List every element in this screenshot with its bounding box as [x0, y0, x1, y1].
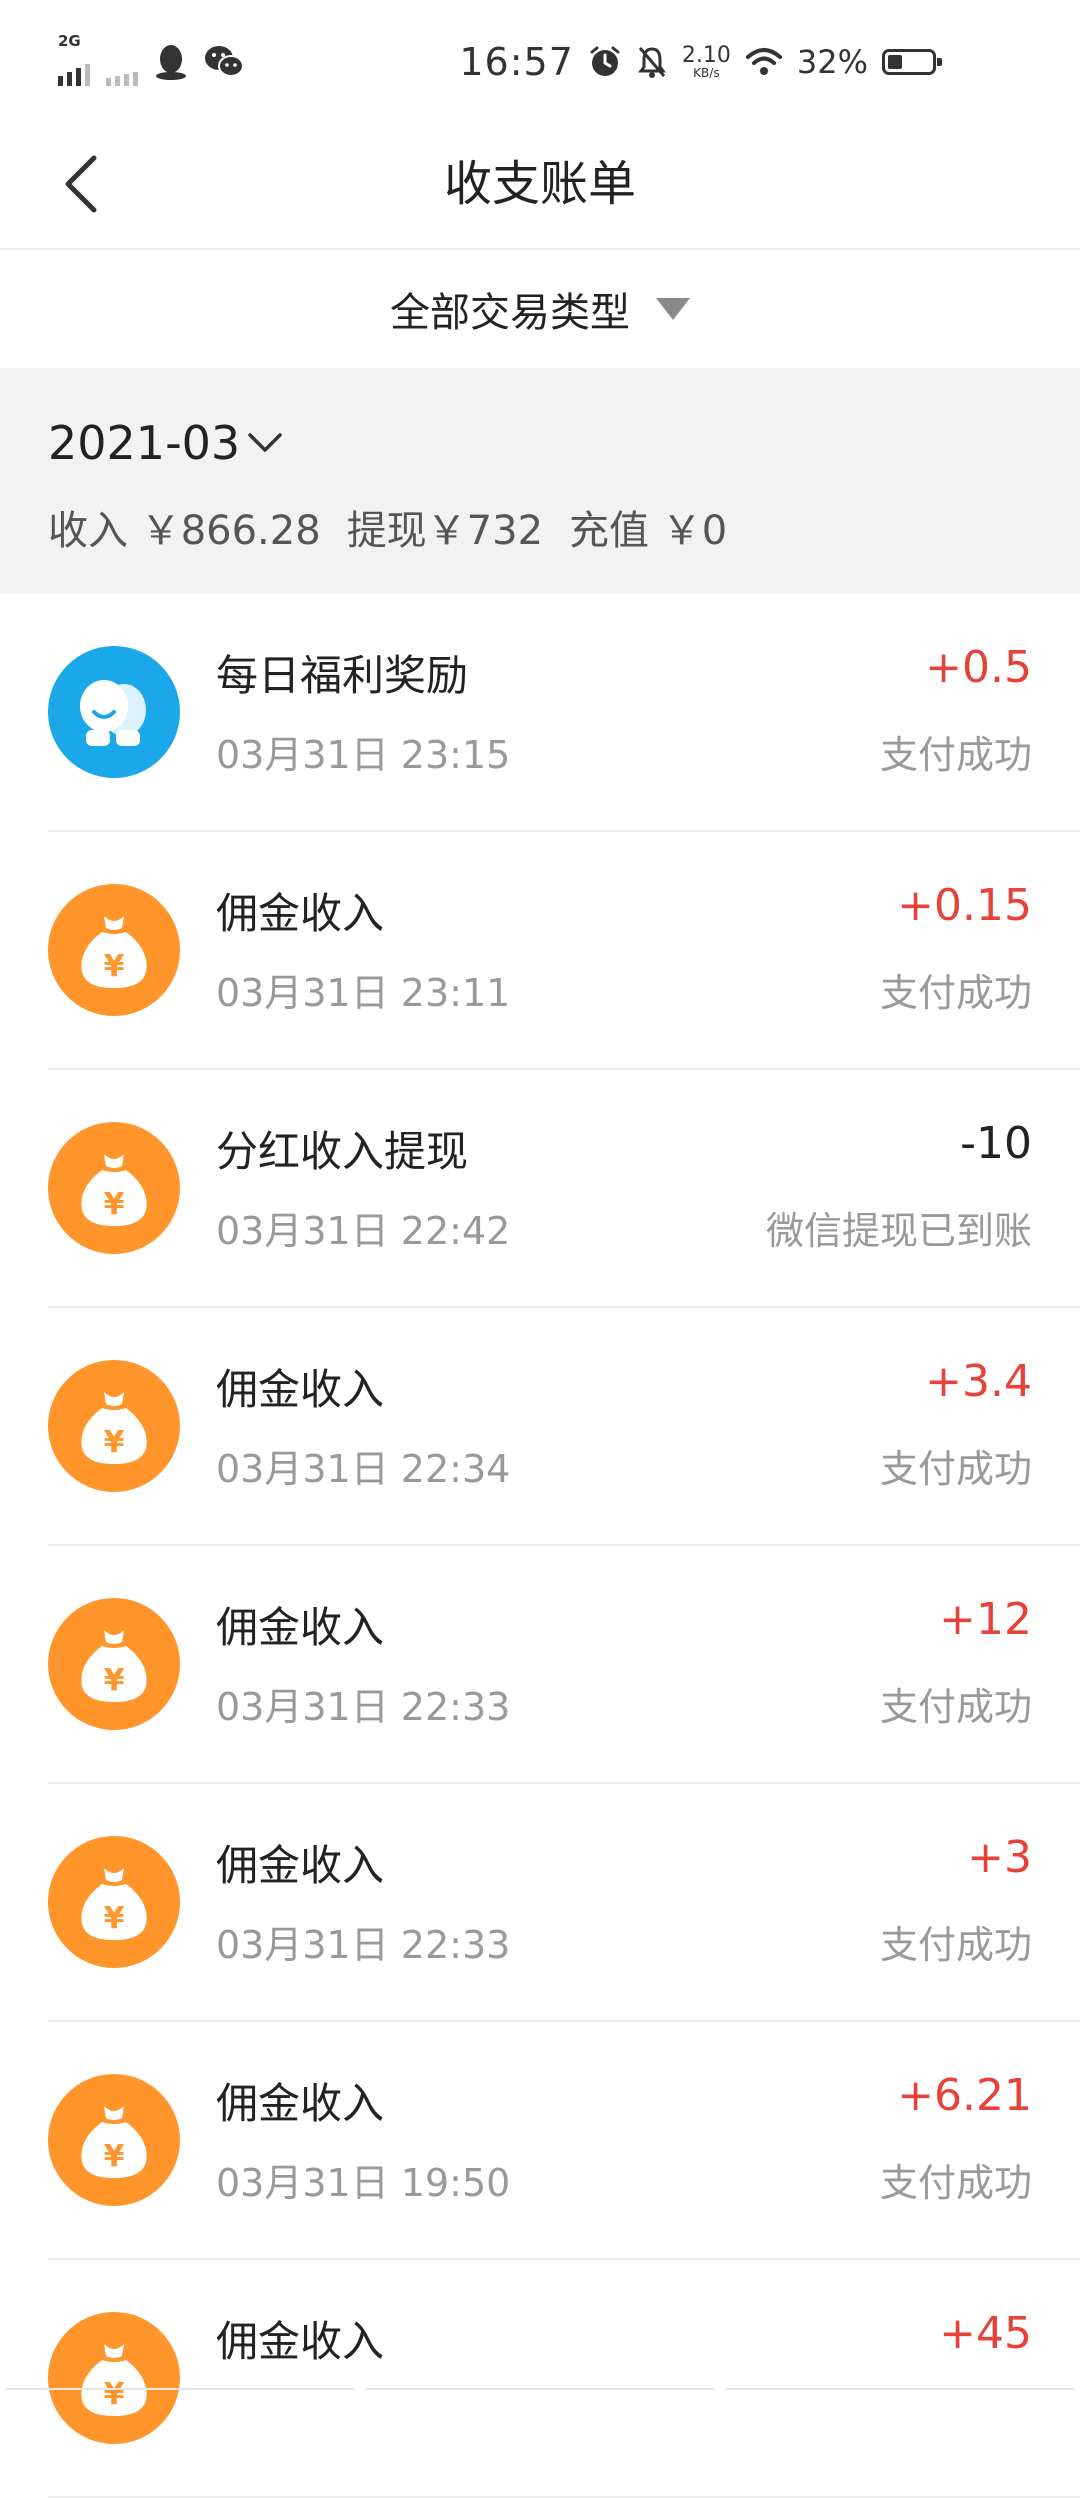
battery-percent: 32% [796, 43, 868, 81]
alarm-icon [590, 46, 620, 76]
transaction-amount: -10 [960, 1118, 1032, 1169]
money-bag-icon: ¥ [81, 916, 147, 988]
transaction-row[interactable]: ¥ 佣金收入 03月31日 22:33 +3 支付成功 [0, 1784, 1080, 2022]
transaction-status: 支付成功 [879, 1685, 1032, 1729]
transaction-time: 03月31日 22:34 [216, 1447, 511, 1491]
transaction-avatar: ¥ [48, 2312, 180, 2444]
transaction-row[interactable]: ¥ 佣金收入 +45 [0, 2260, 1080, 2498]
transaction-amount: +0.15 [897, 880, 1032, 931]
signal-2-icon [106, 38, 138, 86]
signal-icon: 2G [58, 32, 90, 86]
nav-header: 收支账单 [0, 120, 1080, 250]
transaction-time: 03月31日 22:33 [216, 1923, 511, 1967]
svg-text:¥: ¥ [104, 2139, 125, 2174]
transaction-title: 佣金收入 [216, 1365, 385, 1414]
transaction-title: 佣金收入 [216, 1603, 385, 1652]
transaction-amount: +45 [939, 2308, 1032, 2359]
status-bar-left: 2G [58, 32, 244, 86]
money-bag-icon: ¥ [81, 1154, 147, 1226]
network-speed: 2.10 KB/s [681, 43, 731, 80]
money-bag-icon: ¥ [81, 1868, 147, 1940]
income-total: 收入 ￥866.28 [48, 508, 321, 554]
transaction-status: 支付成功 [879, 1447, 1032, 1491]
dropdown-triangle-icon [656, 298, 690, 320]
transaction-title: 分红收入提现 [216, 1127, 469, 1176]
transaction-row[interactable]: ¥ 佣金收入 03月31日 22:34 +3.4 支付成功 [0, 1308, 1080, 1546]
transaction-title: 佣金收入 [216, 2317, 385, 2366]
network-type: 2G [58, 32, 81, 50]
transaction-amount: +3 [967, 1832, 1032, 1883]
battery-icon [882, 49, 942, 75]
money-bag-icon: ¥ [81, 2344, 147, 2416]
transaction-time: 03月31日 19:50 [216, 2161, 511, 2205]
welfare-icon [80, 680, 146, 746]
transaction-list: 每日福利奖励 03月31日 23:15 +0.5 支付成功 ¥ 佣金收入 03月31日 23… [0, 594, 1080, 2498]
page-title: 收支账单 [443, 156, 636, 212]
transaction-status: 支付成功 [879, 733, 1032, 777]
bottom-edge [0, 2388, 1080, 2400]
svg-text:¥: ¥ [104, 1425, 125, 1460]
transaction-type-filter[interactable]: 全部交易类型 [0, 250, 1080, 368]
month-label: 2021-03 [48, 416, 241, 470]
recharge-total: 充值 ￥0 [569, 508, 728, 554]
transaction-title: 佣金收入 [216, 2079, 385, 2128]
transaction-title: 佣金收入 [216, 889, 385, 938]
transaction-row[interactable]: ¥ 佣金收入 03月31日 19:50 +6.21 支付成功 [0, 2022, 1080, 2260]
transaction-avatar [48, 646, 180, 778]
withdraw-total: 提现￥732 [346, 508, 544, 554]
transaction-amount: +6.21 [897, 2070, 1032, 2121]
transaction-time: 03月31日 22:33 [216, 1685, 511, 1729]
transaction-time: 03月31日 22:42 [216, 1209, 511, 1253]
transaction-amount: +0.5 [925, 642, 1032, 693]
transaction-avatar: ¥ [48, 1360, 180, 1492]
svg-text:¥: ¥ [104, 1901, 125, 1936]
transaction-avatar: ¥ [48, 1836, 180, 1968]
transaction-row[interactable]: ¥ 佣金收入 03月31日 23:11 +0.15 支付成功 [0, 832, 1080, 1070]
transaction-status: 支付成功 [879, 971, 1032, 1015]
transaction-status: 支付成功 [879, 1923, 1032, 1967]
svg-text:¥: ¥ [104, 1187, 125, 1222]
transaction-row[interactable]: ¥ 佣金收入 03月31日 22:33 +12 支付成功 [0, 1546, 1080, 1784]
chevron-down-icon [248, 433, 282, 452]
transaction-avatar: ¥ [48, 2074, 180, 2206]
svg-text:¥: ¥ [104, 1663, 125, 1698]
transaction-status: 支付成功 [879, 2161, 1032, 2205]
money-bag-icon: ¥ [81, 1392, 147, 1464]
summary-totals: 收入 ￥866.28 提现￥732 充值 ￥0 [48, 498, 727, 556]
money-bag-icon: ¥ [81, 1630, 147, 1702]
filter-label: 全部交易类型 [390, 290, 630, 336]
transaction-title: 佣金收入 [216, 1841, 385, 1890]
transaction-row[interactable]: ¥ 分红收入提现 03月31日 22:42 -10 微信提现已到账 [0, 1070, 1080, 1308]
transaction-row[interactable]: 每日福利奖励 03月31日 23:15 +0.5 支付成功 [0, 594, 1080, 832]
money-bag-icon: ¥ [81, 2106, 147, 2178]
transaction-time: 03月31日 23:15 [216, 733, 511, 777]
transaction-time: 03月31日 23:11 [216, 971, 511, 1015]
qq-icon [156, 45, 186, 80]
clock: 16:57 [459, 40, 574, 84]
transaction-title: 每日福利奖励 [216, 651, 469, 700]
status-bar-right: 16:57 2.10 KB/s 32% [459, 36, 942, 88]
transaction-avatar: ¥ [48, 884, 180, 1016]
transaction-amount: +3.4 [925, 1356, 1032, 1407]
transaction-avatar: ¥ [48, 1598, 180, 1730]
transaction-amount: +12 [939, 1594, 1032, 1645]
transaction-avatar: ¥ [48, 1122, 180, 1254]
wifi-icon [745, 48, 782, 75]
wechat-icon [205, 46, 244, 77]
svg-text:¥: ¥ [104, 949, 125, 984]
month-summary: 2021-03 收入 ￥866.28 提现￥732 充值 ￥0 [0, 368, 1080, 594]
month-selector[interactable]: 2021-03 [48, 416, 284, 470]
mute-bell-icon [637, 47, 666, 78]
transaction-status: 微信提现已到账 [765, 1209, 1032, 1253]
status-bar: 2G 16:57 2.10 KB/s 32% [0, 0, 1080, 120]
